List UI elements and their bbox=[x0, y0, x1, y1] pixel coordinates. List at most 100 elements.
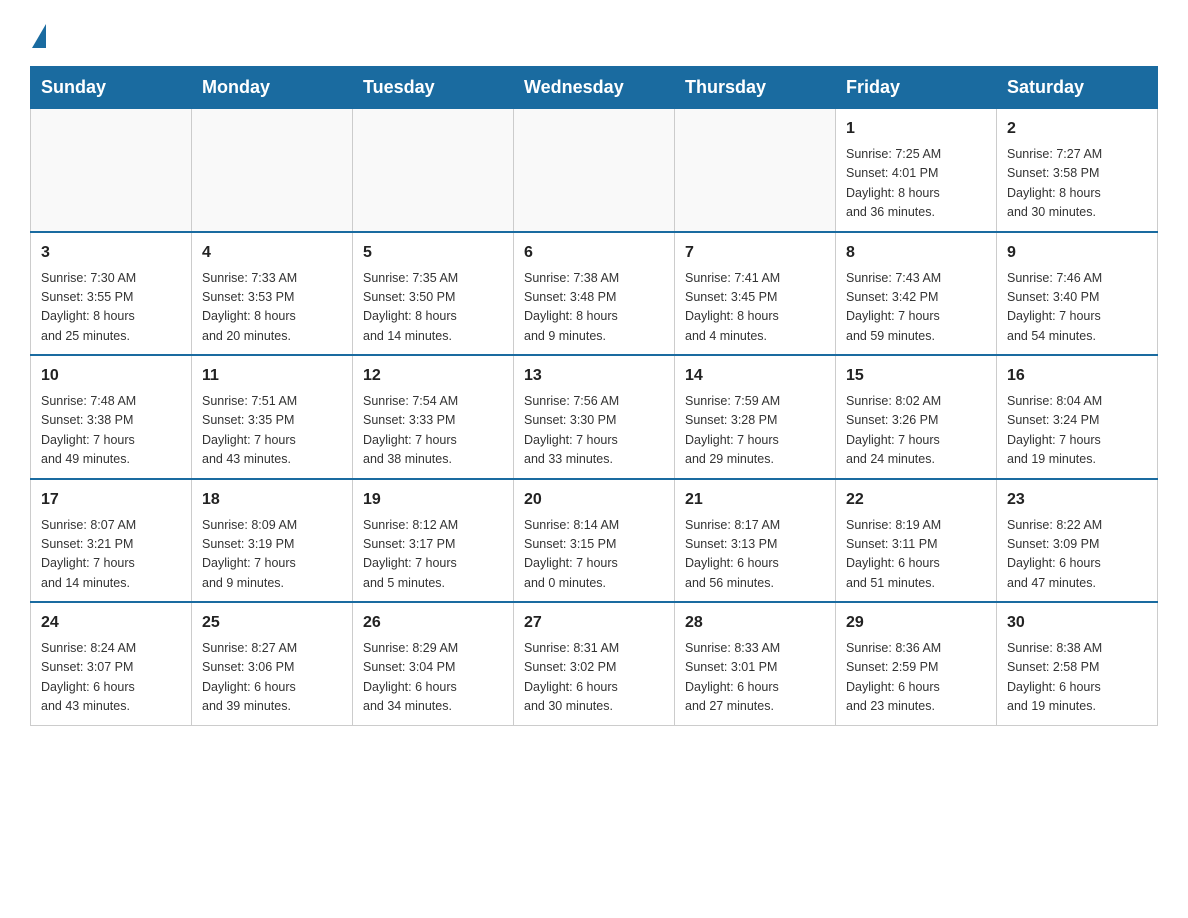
day-number: 8 bbox=[846, 241, 986, 265]
day-number: 3 bbox=[41, 241, 181, 265]
table-row bbox=[675, 109, 836, 232]
day-info: Sunrise: 7:27 AMSunset: 3:58 PMDaylight:… bbox=[1007, 145, 1147, 223]
table-row: 10 Sunrise: 7:48 AMSunset: 3:38 PMDayligh… bbox=[31, 355, 192, 479]
calendar-week-row: 3 Sunrise: 7:30 AMSunset: 3:55 PMDaylight… bbox=[31, 232, 1158, 356]
day-number: 12 bbox=[363, 364, 503, 388]
day-number: 30 bbox=[1007, 611, 1147, 635]
table-row: 5Sunrise: 7:35 AMSunset: 3:50 PMDaylight… bbox=[353, 232, 514, 356]
table-row: 28 Sunrise: 8:33 AMSunset: 3:01 PMDayligh… bbox=[675, 602, 836, 725]
day-info: Sunrise: 8:02 AMSunset: 3:26 PMDaylight:… bbox=[846, 392, 986, 470]
table-row: 30 Sunrise: 8:38 AMSunset: 2:58 PMDayligh… bbox=[997, 602, 1158, 725]
table-row: 27 Sunrise: 8:31 AMSunset: 3:02 PMDayligh… bbox=[514, 602, 675, 725]
day-info: Sunrise: 7:33 AMSunset: 3:53 PMDaylight:… bbox=[202, 269, 342, 347]
table-row: 7 Sunrise: 7:41 AMSunset: 3:45 PMDaylight… bbox=[675, 232, 836, 356]
day-info: Sunrise: 8:27 AMSunset: 3:06 PMDaylight:… bbox=[202, 639, 342, 717]
table-row: 17 Sunrise: 8:07 AMSunset: 3:21 PMDayligh… bbox=[31, 479, 192, 603]
table-row: 13Sunrise: 7:56 AMSunset: 3:30 PMDayligh… bbox=[514, 355, 675, 479]
day-info: Sunrise: 8:36 AMSunset: 2:59 PMDaylight:… bbox=[846, 639, 986, 717]
calendar-table: Sunday Monday Tuesday Wednesday Thursday… bbox=[30, 66, 1158, 726]
day-info: Sunrise: 7:25 AMSunset: 4:01 PMDaylight:… bbox=[846, 145, 986, 223]
day-info: Sunrise: 7:30 AMSunset: 3:55 PMDaylight:… bbox=[41, 269, 181, 347]
day-number: 25 bbox=[202, 611, 342, 635]
table-row bbox=[353, 109, 514, 232]
day-info: Sunrise: 8:12 AMSunset: 3:17 PMDaylight:… bbox=[363, 516, 503, 594]
day-number: 17 bbox=[41, 488, 181, 512]
day-number: 27 bbox=[524, 611, 664, 635]
table-row: 18Sunrise: 8:09 AMSunset: 3:19 PMDayligh… bbox=[192, 479, 353, 603]
table-row: 19Sunrise: 8:12 AMSunset: 3:17 PMDayligh… bbox=[353, 479, 514, 603]
day-info: Sunrise: 8:17 AMSunset: 3:13 PMDaylight:… bbox=[685, 516, 825, 594]
table-row bbox=[514, 109, 675, 232]
day-number: 18 bbox=[202, 488, 342, 512]
day-info: Sunrise: 8:19 AMSunset: 3:11 PMDaylight:… bbox=[846, 516, 986, 594]
day-number: 15 bbox=[846, 364, 986, 388]
day-info: Sunrise: 8:31 AMSunset: 3:02 PMDaylight:… bbox=[524, 639, 664, 717]
table-row: 8 Sunrise: 7:43 AMSunset: 3:42 PMDaylight… bbox=[836, 232, 997, 356]
day-info: Sunrise: 8:14 AMSunset: 3:15 PMDaylight:… bbox=[524, 516, 664, 594]
table-row bbox=[192, 109, 353, 232]
day-number: 22 bbox=[846, 488, 986, 512]
day-number: 11 bbox=[202, 364, 342, 388]
day-info: Sunrise: 7:46 AMSunset: 3:40 PMDaylight:… bbox=[1007, 269, 1147, 347]
table-row: 14 Sunrise: 7:59 AMSunset: 3:28 PMDayligh… bbox=[675, 355, 836, 479]
day-info: Sunrise: 7:56 AMSunset: 3:30 PMDaylight:… bbox=[524, 392, 664, 470]
day-info: Sunrise: 7:41 AMSunset: 3:45 PMDaylight:… bbox=[685, 269, 825, 347]
day-info: Sunrise: 7:59 AMSunset: 3:28 PMDaylight:… bbox=[685, 392, 825, 470]
logo-triangle-icon bbox=[32, 24, 46, 48]
day-number: 10 bbox=[41, 364, 181, 388]
table-row: 6Sunrise: 7:38 AMSunset: 3:48 PMDaylight… bbox=[514, 232, 675, 356]
day-info: Sunrise: 8:38 AMSunset: 2:58 PMDaylight:… bbox=[1007, 639, 1147, 717]
col-wednesday: Wednesday bbox=[514, 67, 675, 109]
table-row: 26 Sunrise: 8:29 AMSunset: 3:04 PMDayligh… bbox=[353, 602, 514, 725]
day-number: 20 bbox=[524, 488, 664, 512]
day-number: 16 bbox=[1007, 364, 1147, 388]
table-row bbox=[31, 109, 192, 232]
table-row: 25 Sunrise: 8:27 AMSunset: 3:06 PMDayligh… bbox=[192, 602, 353, 725]
col-thursday: Thursday bbox=[675, 67, 836, 109]
day-number: 7 bbox=[685, 241, 825, 265]
table-row: 24 Sunrise: 8:24 AMSunset: 3:07 PMDayligh… bbox=[31, 602, 192, 725]
calendar-week-row: 1 Sunrise: 7:25 AMSunset: 4:01 PMDaylight… bbox=[31, 109, 1158, 232]
day-info: Sunrise: 8:24 AMSunset: 3:07 PMDaylight:… bbox=[41, 639, 181, 717]
day-number: 26 bbox=[363, 611, 503, 635]
day-number: 21 bbox=[685, 488, 825, 512]
col-saturday: Saturday bbox=[997, 67, 1158, 109]
table-row: 1 Sunrise: 7:25 AMSunset: 4:01 PMDaylight… bbox=[836, 109, 997, 232]
day-info: Sunrise: 7:51 AMSunset: 3:35 PMDaylight:… bbox=[202, 392, 342, 470]
page-header bbox=[30, 20, 1158, 48]
table-row: 9Sunrise: 7:46 AMSunset: 3:40 PMDaylight… bbox=[997, 232, 1158, 356]
calendar-week-row: 10 Sunrise: 7:48 AMSunset: 3:38 PMDayligh… bbox=[31, 355, 1158, 479]
col-monday: Monday bbox=[192, 67, 353, 109]
table-row: 21 Sunrise: 8:17 AMSunset: 3:13 PMDayligh… bbox=[675, 479, 836, 603]
table-row: 11 Sunrise: 7:51 AMSunset: 3:35 PMDayligh… bbox=[192, 355, 353, 479]
day-number: 14 bbox=[685, 364, 825, 388]
day-info: Sunrise: 8:33 AMSunset: 3:01 PMDaylight:… bbox=[685, 639, 825, 717]
calendar-week-row: 24 Sunrise: 8:24 AMSunset: 3:07 PMDayligh… bbox=[31, 602, 1158, 725]
day-info: Sunrise: 7:48 AMSunset: 3:38 PMDaylight:… bbox=[41, 392, 181, 470]
day-info: Sunrise: 7:54 AMSunset: 3:33 PMDaylight:… bbox=[363, 392, 503, 470]
day-number: 4 bbox=[202, 241, 342, 265]
day-number: 29 bbox=[846, 611, 986, 635]
table-row: 4 Sunrise: 7:33 AMSunset: 3:53 PMDaylight… bbox=[192, 232, 353, 356]
day-info: Sunrise: 7:35 AMSunset: 3:50 PMDaylight:… bbox=[363, 269, 503, 347]
day-info: Sunrise: 8:22 AMSunset: 3:09 PMDaylight:… bbox=[1007, 516, 1147, 594]
day-info: Sunrise: 7:43 AMSunset: 3:42 PMDaylight:… bbox=[846, 269, 986, 347]
day-number: 1 bbox=[846, 117, 986, 141]
calendar-week-row: 17 Sunrise: 8:07 AMSunset: 3:21 PMDayligh… bbox=[31, 479, 1158, 603]
day-info: Sunrise: 8:07 AMSunset: 3:21 PMDaylight:… bbox=[41, 516, 181, 594]
day-number: 28 bbox=[685, 611, 825, 635]
day-number: 6 bbox=[524, 241, 664, 265]
table-row: 2 Sunrise: 7:27 AMSunset: 3:58 PMDaylight… bbox=[997, 109, 1158, 232]
table-row: 15 Sunrise: 8:02 AMSunset: 3:26 PMDayligh… bbox=[836, 355, 997, 479]
table-row: 29 Sunrise: 8:36 AMSunset: 2:59 PMDayligh… bbox=[836, 602, 997, 725]
table-row: 16Sunrise: 8:04 AMSunset: 3:24 PMDayligh… bbox=[997, 355, 1158, 479]
table-row: 12 Sunrise: 7:54 AMSunset: 3:33 PMDayligh… bbox=[353, 355, 514, 479]
day-number: 2 bbox=[1007, 117, 1147, 141]
table-row: 3 Sunrise: 7:30 AMSunset: 3:55 PMDaylight… bbox=[31, 232, 192, 356]
calendar-header-row: Sunday Monday Tuesday Wednesday Thursday… bbox=[31, 67, 1158, 109]
day-info: Sunrise: 8:29 AMSunset: 3:04 PMDaylight:… bbox=[363, 639, 503, 717]
logo bbox=[30, 20, 46, 48]
table-row: 22 Sunrise: 8:19 AMSunset: 3:11 PMDayligh… bbox=[836, 479, 997, 603]
table-row: 23Sunrise: 8:22 AMSunset: 3:09 PMDayligh… bbox=[997, 479, 1158, 603]
day-number: 24 bbox=[41, 611, 181, 635]
